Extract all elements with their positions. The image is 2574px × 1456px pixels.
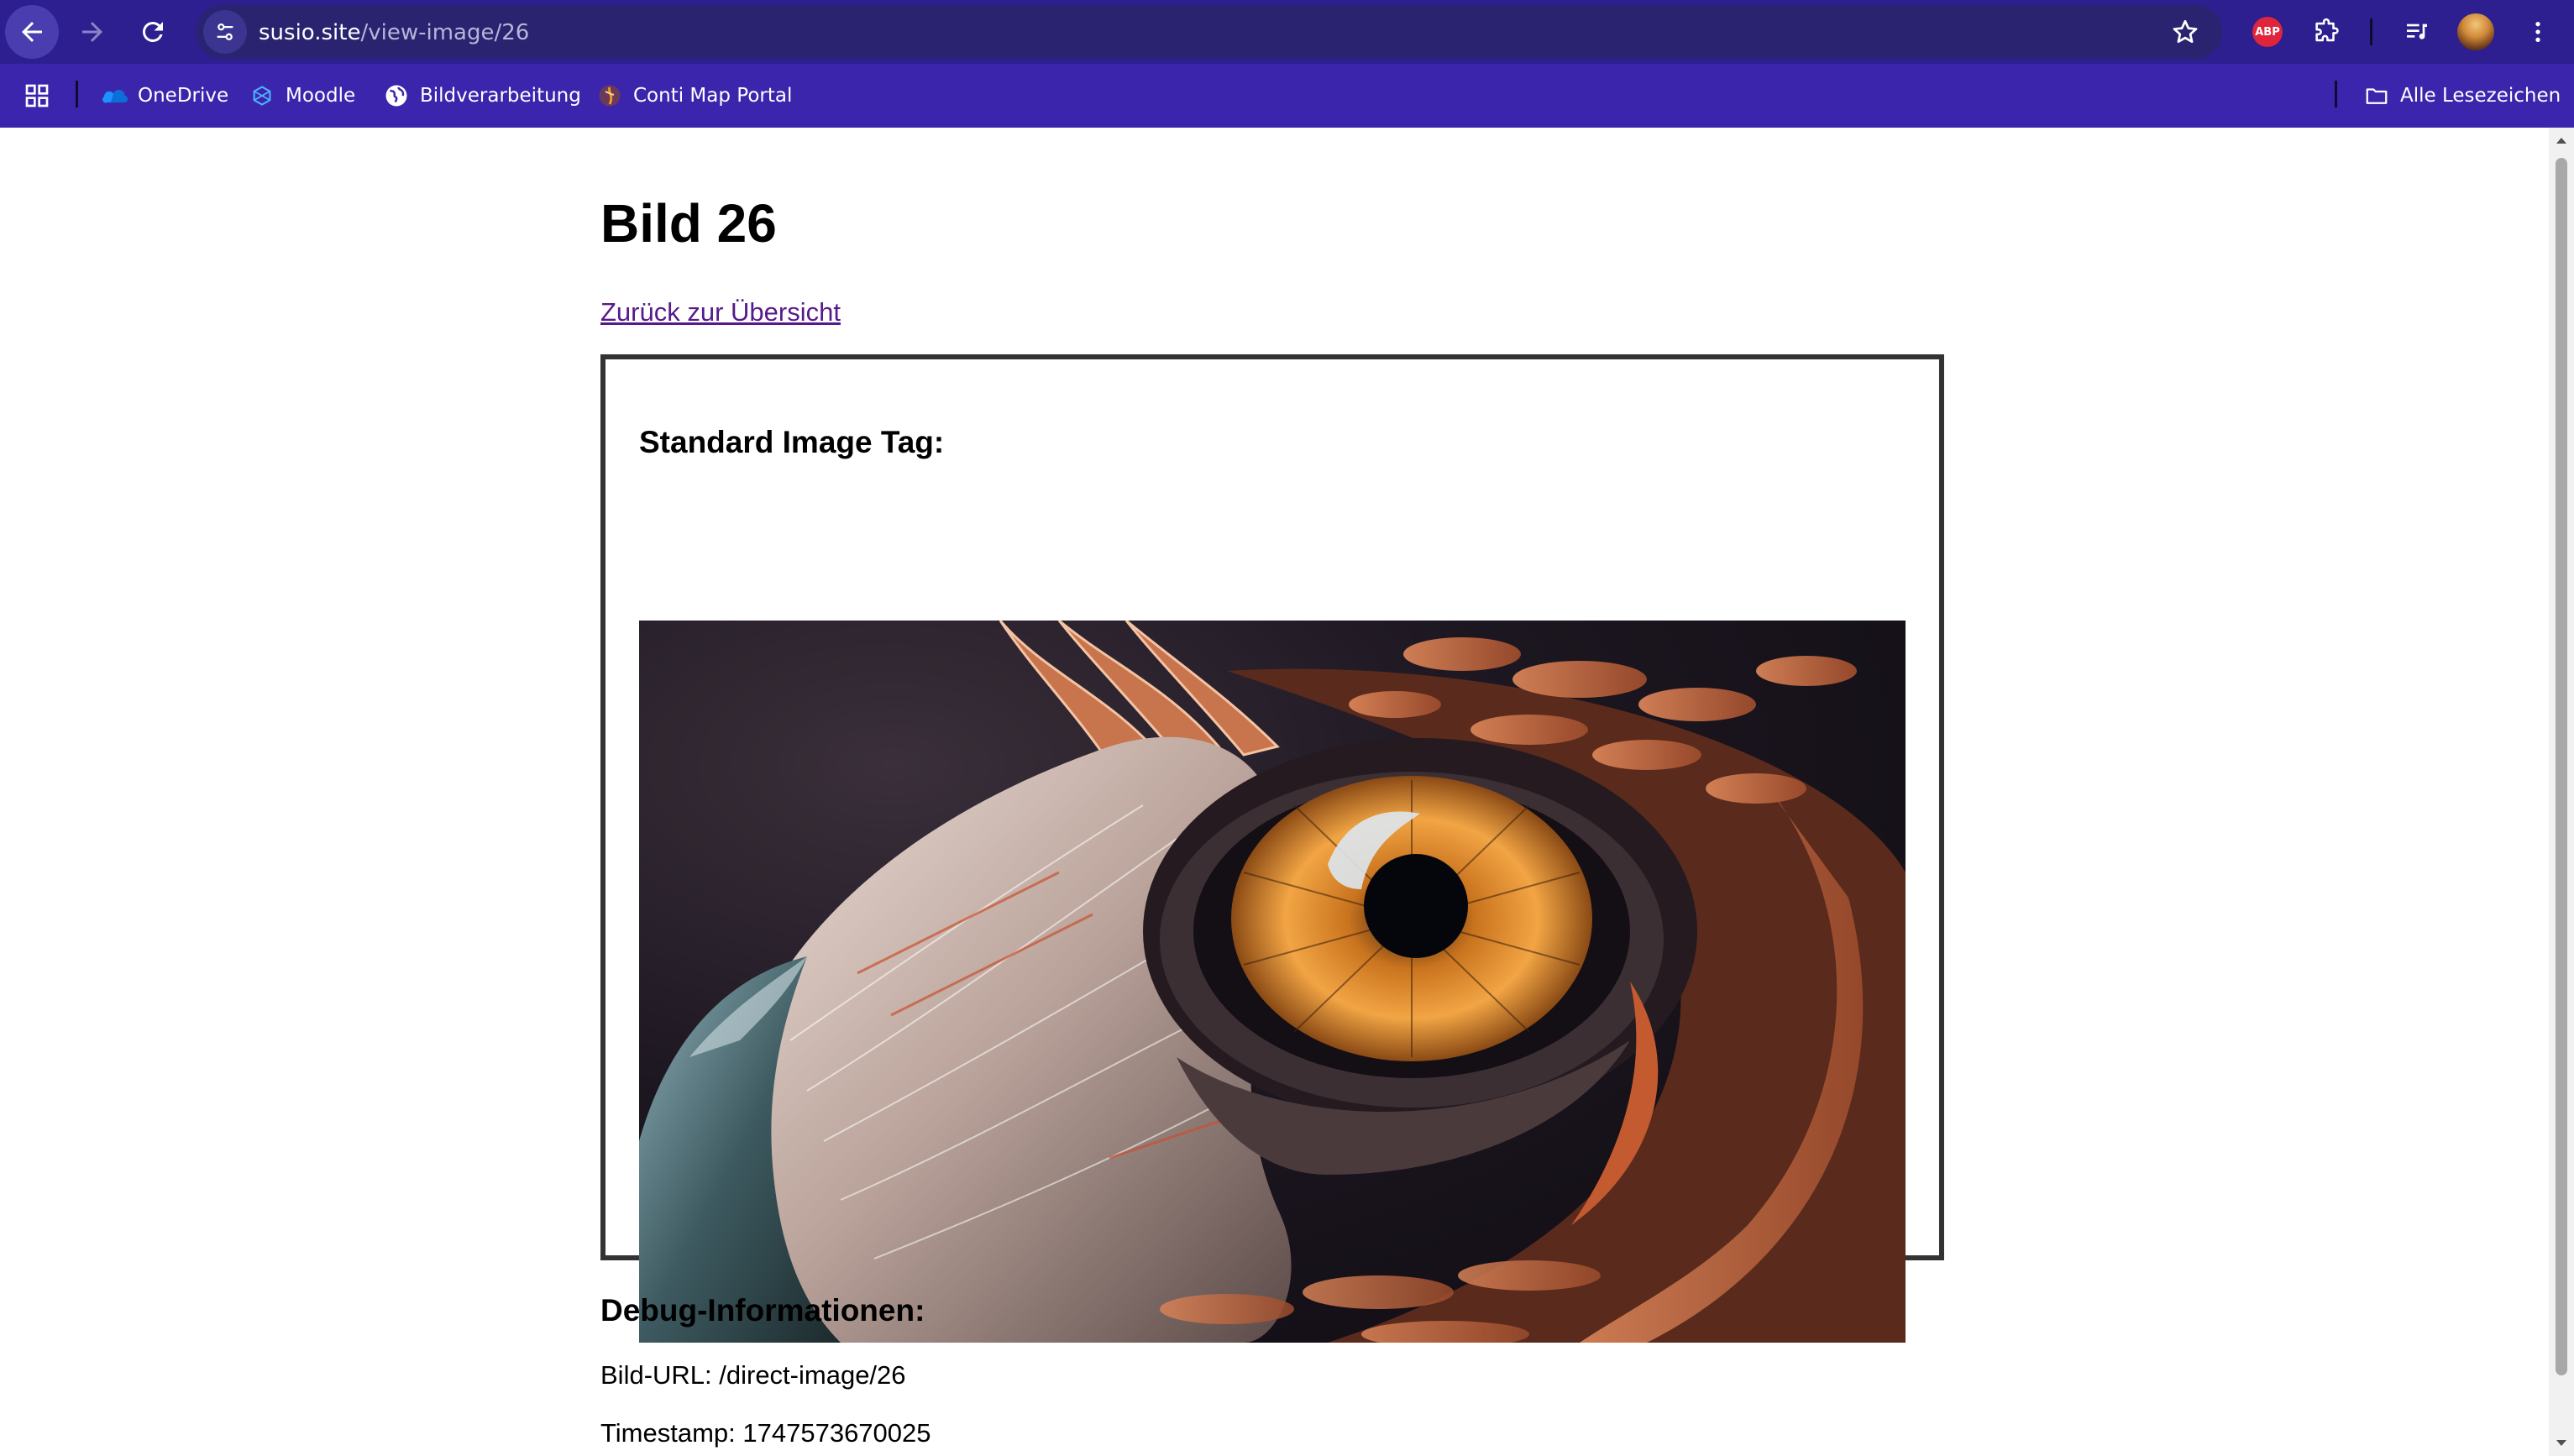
- bookmark-onedrive[interactable]: OneDrive: [101, 81, 228, 111]
- forward-button[interactable]: [66, 5, 119, 59]
- bookmark-label: OneDrive: [138, 85, 229, 107]
- globe-icon: [383, 82, 410, 109]
- puzzle-icon: [2315, 18, 2339, 42]
- eagle-eye-image: [639, 621, 1906, 1343]
- back-button[interactable]: [5, 5, 59, 59]
- bookmark-label: Moodle: [286, 85, 356, 107]
- bookmark-label: Conti Map Portal: [633, 85, 793, 107]
- more-vert-icon: [2535, 22, 2540, 42]
- bookmark-star-icon[interactable]: [2170, 17, 2200, 47]
- page-scrollbar[interactable]: [2549, 128, 2574, 1456]
- tune-icon: [217, 23, 233, 41]
- onedrive-icon: [101, 82, 128, 109]
- bookmark-conti-map-portal[interactable]: Conti Map Portal: [596, 81, 792, 111]
- site-info-button[interactable]: [203, 10, 247, 54]
- page-title: Bild 26: [600, 193, 777, 254]
- scroll-up-icon[interactable]: [2555, 134, 2568, 148]
- media-control-button[interactable]: [2397, 12, 2437, 52]
- image-section-title: Standard Image Tag:: [639, 425, 945, 459]
- arrow-left-icon: [22, 22, 42, 42]
- toolbar-divider: [2370, 18, 2372, 45]
- url-text[interactable]: susio.site/view-image/26: [259, 20, 529, 45]
- reload-button[interactable]: [126, 5, 180, 59]
- apps-button[interactable]: [24, 81, 50, 111]
- queue-music-icon: [2407, 24, 2427, 39]
- all-bookmarks-button[interactable]: Alle Lesezeichen: [2363, 81, 2561, 111]
- apps-grid-icon: [25, 84, 49, 107]
- bookmark-bildverarbeitung[interactable]: Bildverarbeitung: [383, 81, 581, 111]
- scrollbar-thumb[interactable]: [2556, 158, 2567, 1375]
- bookmarks-divider-right: [2335, 81, 2337, 107]
- adblock-icon: ABP: [2252, 17, 2283, 47]
- bookmark-label: Bildverarbeitung: [420, 85, 581, 107]
- eagle-eye-illustration: [639, 621, 1906, 1343]
- browser-menu-button[interactable]: [2518, 12, 2558, 52]
- address-bar[interactable]: susio.site/view-image/26: [197, 5, 2222, 59]
- bookmarks-bar: OneDrive Moodle Bildverarbeitung Conti M…: [0, 64, 2574, 128]
- back-to-overview-link[interactable]: Zurück zur Übersicht: [600, 297, 841, 327]
- all-bookmarks-label: Alle Lesezeichen: [2400, 85, 2561, 107]
- bookmark-moodle[interactable]: Moodle: [249, 81, 355, 111]
- url-host: susio.site: [259, 20, 361, 45]
- debug-image-url: Bild-URL: /direct-image/26: [600, 1360, 906, 1390]
- browser-toolbar: susio.site/view-image/26 ABP: [0, 0, 2574, 64]
- scroll-down-icon[interactable]: [2555, 1436, 2568, 1449]
- bookmarks-divider: [76, 81, 78, 107]
- image-container: Standard Image Tag:: [600, 354, 1944, 1343]
- profile-avatar[interactable]: [2457, 13, 2494, 50]
- adblock-extension-button[interactable]: ABP: [2247, 12, 2288, 52]
- reload-icon: [142, 21, 163, 42]
- arrow-right-icon: [82, 22, 102, 42]
- map-portal-icon: [596, 82, 623, 109]
- extensions-button[interactable]: [2306, 12, 2346, 52]
- debug-title: Debug-Informationen:: [600, 1293, 925, 1328]
- url-path: /view-image/26: [360, 20, 530, 45]
- page-viewport: Bild 26 Zurück zur Übersicht Standard Im…: [0, 128, 2549, 1456]
- debug-timestamp: Timestamp: 1747573670025: [600, 1418, 931, 1448]
- folder-icon: [2363, 82, 2390, 109]
- moodle-icon: [249, 82, 275, 109]
